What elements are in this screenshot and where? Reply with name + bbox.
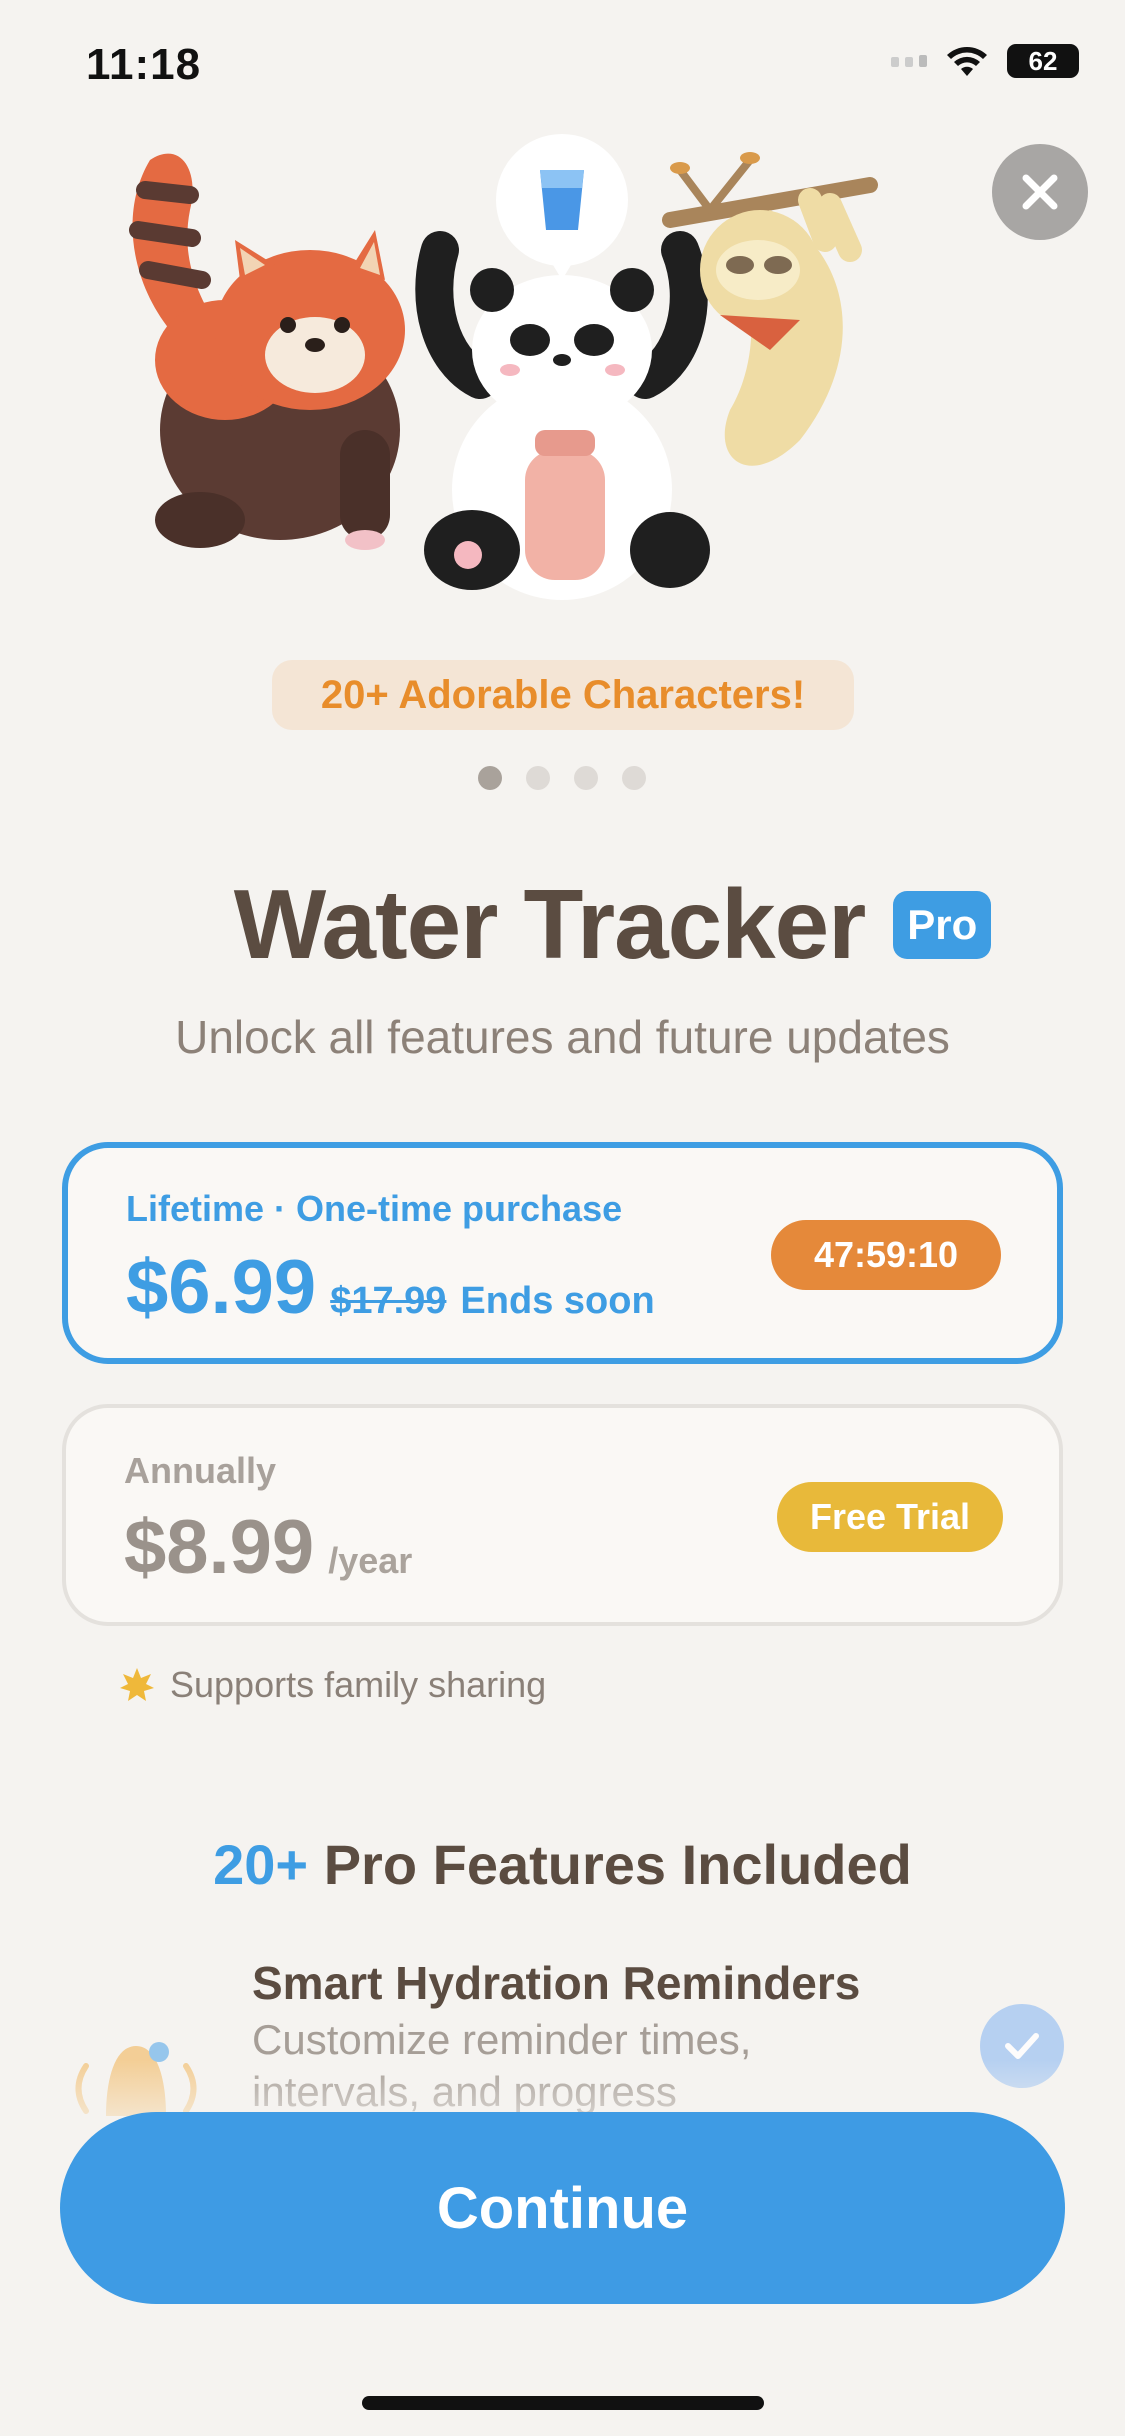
- characters-illustration: [129, 134, 878, 600]
- family-sharing-note: Supports family sharing: [118, 1664, 546, 1706]
- carousel-page-indicator[interactable]: [478, 766, 646, 790]
- pro-badge: Pro: [893, 890, 992, 959]
- plan-price: $8.99: [124, 1505, 315, 1590]
- plan-price-row: $6.99 $17.99 Ends soon: [126, 1244, 655, 1331]
- status-icons: 62: [891, 44, 1079, 78]
- battery-icon: 62: [1007, 44, 1079, 78]
- status-time: 11:18: [86, 40, 202, 89]
- star-burst-icon: [120, 1668, 154, 1701]
- page-dot[interactable]: [622, 766, 646, 790]
- features-count: 20+: [213, 1833, 309, 1896]
- continue-button[interactable]: Continue: [60, 2112, 1065, 2304]
- page-title-row: Water Tracker Pro: [0, 868, 1125, 981]
- plan-price: $6.99: [126, 1245, 317, 1330]
- family-sharing-label: Supports family sharing: [170, 1664, 547, 1705]
- free-trial-badge: Free Trial: [777, 1482, 1003, 1552]
- home-indicator[interactable]: [362, 2396, 764, 2410]
- plan-price-row: $8.99 /year: [124, 1504, 412, 1591]
- plan-note: Ends soon: [460, 1280, 655, 1322]
- page-subtitle: Unlock all features and future updates: [175, 1011, 950, 1063]
- feature-title: Smart Hydration Reminders: [252, 1957, 861, 2009]
- plan-label: Annually: [124, 1450, 277, 1491]
- close-icon: [1022, 174, 1058, 210]
- features-heading: 20+ Pro Features Included: [0, 1832, 1125, 1897]
- page-dot[interactable]: [526, 766, 550, 790]
- wifi-icon: [947, 47, 987, 76]
- plan-option-annual[interactable]: Annually $8.99 /year Free Trial: [62, 1404, 1063, 1626]
- panda-illustration: [415, 134, 710, 600]
- red-panda-illustration: [129, 153, 405, 550]
- page-title: Water Tracker: [233, 869, 867, 979]
- countdown-timer-badge: 47:59:10: [771, 1220, 1001, 1290]
- plan-period: /year: [328, 1540, 413, 1581]
- page-dot[interactable]: [478, 766, 502, 790]
- features-heading-text: Pro Features Included: [308, 1833, 912, 1896]
- plan-label: Lifetime · One-time purchase: [126, 1188, 623, 1229]
- cellular-signal-icon: [891, 55, 927, 67]
- plan-old-price: $17.99: [330, 1280, 447, 1322]
- characters-badge: 20+ Adorable Characters!: [272, 660, 854, 730]
- plan-option-lifetime[interactable]: Lifetime · One-time purchase $6.99 $17.9…: [62, 1142, 1063, 1364]
- page-dot[interactable]: [574, 766, 598, 790]
